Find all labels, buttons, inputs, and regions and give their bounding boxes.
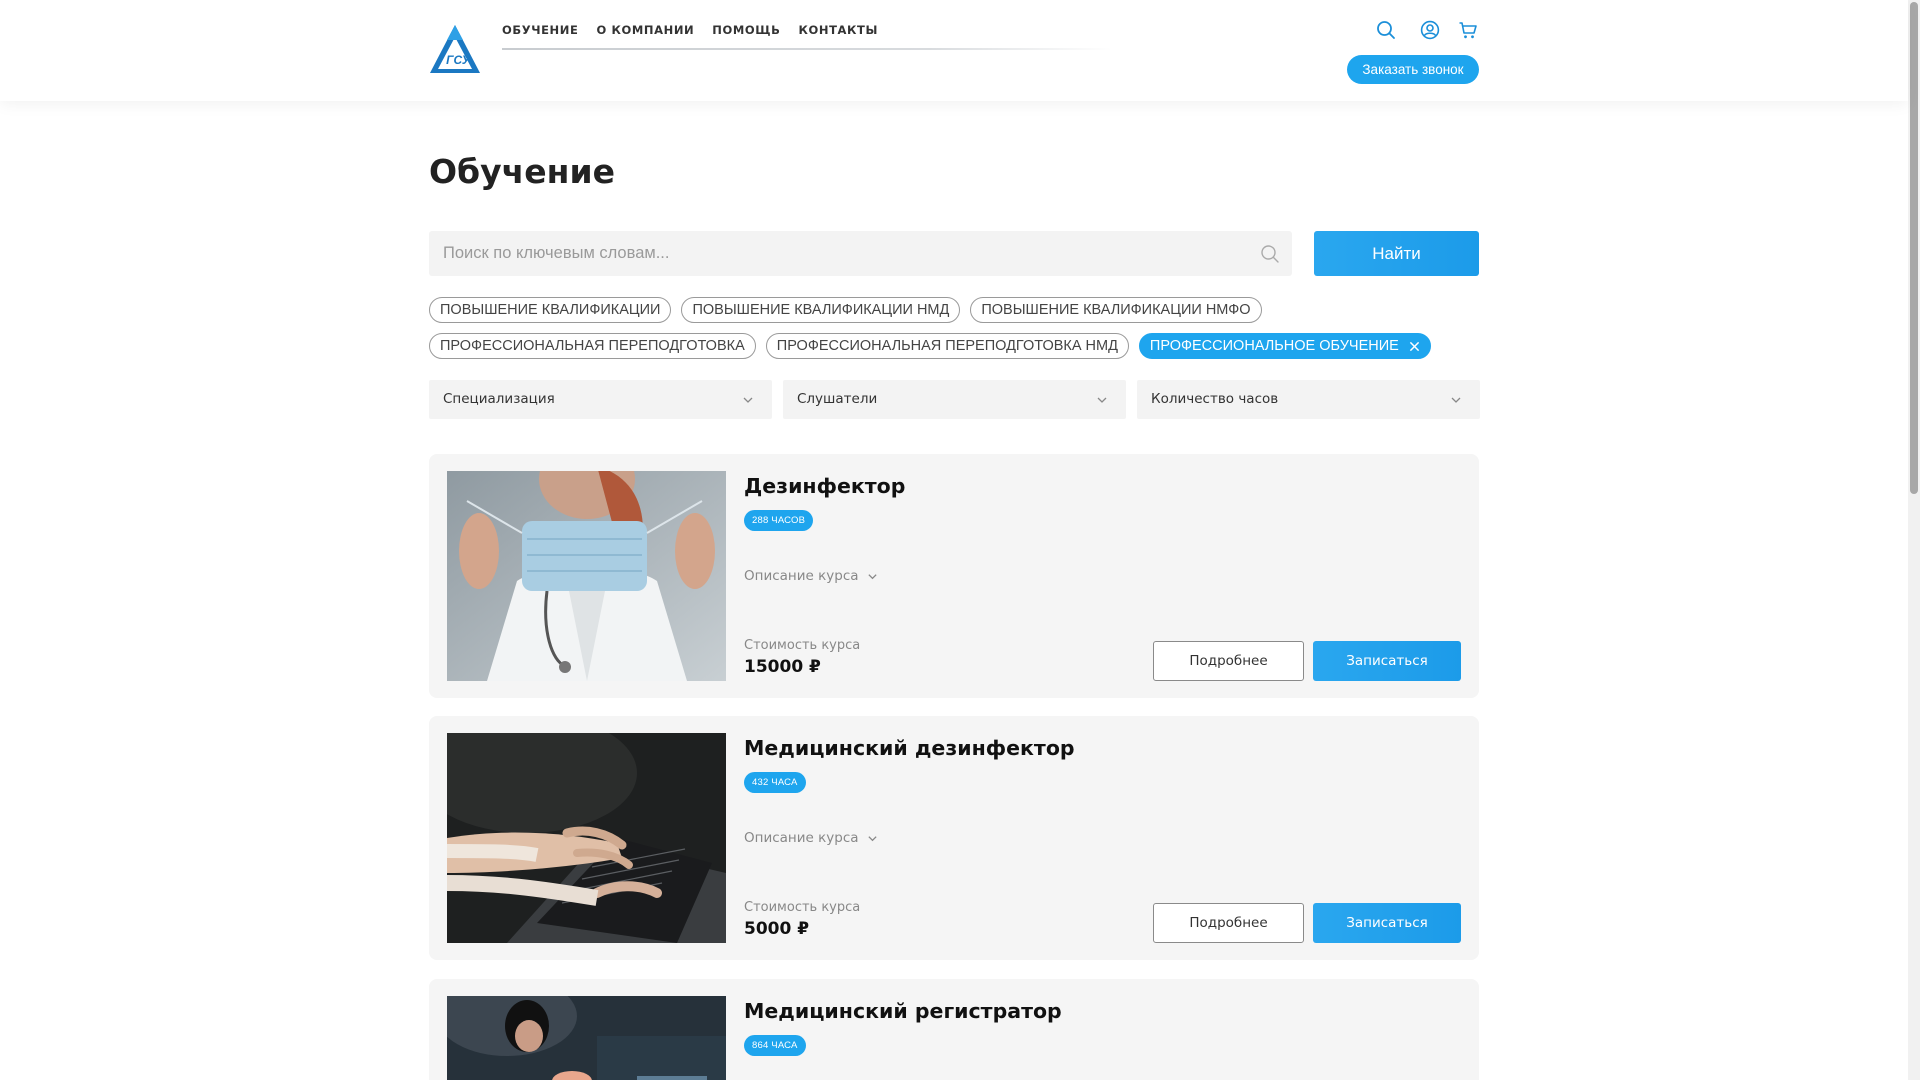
- main-nav: ОБУЧЕНИЕ О КОМПАНИИ ПОМОЩЬ КОНТАКТЫ: [502, 23, 878, 37]
- chevron-down-icon: [1097, 397, 1107, 403]
- course-image[interactable]: [447, 996, 726, 1080]
- search-field: [429, 231, 1292, 276]
- user-icon[interactable]: [1420, 20, 1440, 40]
- search-input[interactable]: [429, 231, 1292, 276]
- filter-label: Слушатели: [797, 391, 878, 407]
- hours-badge: 432 ЧАСА: [744, 772, 806, 793]
- header-icons: [1376, 20, 1478, 40]
- filter-hours[interactable]: Количество часов: [1137, 380, 1480, 419]
- chip-qualification-nmfo[interactable]: ПОВЫШЕНИЕ КВАЛИФИКАЦИИ НМФО: [970, 297, 1262, 323]
- page-scrollbar[interactable]: [1908, 0, 1920, 1080]
- hours-badge: 288 ЧАСОВ: [744, 510, 814, 531]
- nav-divider: [502, 48, 1112, 50]
- price-value: 15000 ₽: [744, 657, 821, 677]
- nav-item-education[interactable]: ОБУЧЕНИЕ: [502, 23, 578, 37]
- course-image[interactable]: [447, 471, 726, 681]
- details-button[interactable]: Подробнее: [1153, 641, 1304, 681]
- chevron-down-icon: [1451, 397, 1461, 403]
- site-header: ГСУ ОБУЧЕНИЕ О КОМПАНИИ ПОМОЩЬ КОНТАКТЫ …: [0, 0, 1908, 101]
- course-description-toggle[interactable]: Описание курса: [744, 830, 878, 846]
- details-button[interactable]: Подробнее: [1153, 903, 1304, 943]
- chip-qualification-nmd[interactable]: ПОВЫШЕНИЕ КВАЛИФИКАЦИИ НМД: [681, 297, 961, 323]
- nav-item-about[interactable]: О КОМПАНИИ: [596, 23, 694, 37]
- chevron-down-icon: [743, 397, 753, 403]
- course-card: Медицинский дезинфектор 432 ЧАСА Описани…: [429, 716, 1479, 960]
- hours-badge: 864 ЧАСА: [744, 1035, 806, 1056]
- course-card: Медицинский регистратор 864 ЧАСА: [429, 979, 1479, 1080]
- chip-label: ПРОФЕССИОНАЛЬНОЕ ОБУЧЕНИЕ: [1149, 338, 1399, 354]
- enroll-button[interactable]: Записаться: [1313, 903, 1461, 943]
- filter-specialization[interactable]: Специализация: [429, 380, 772, 419]
- course-image[interactable]: [447, 733, 726, 943]
- price-label: Стоимость курса: [744, 900, 861, 915]
- description-label: Описание курса: [744, 830, 859, 846]
- chip-professional-training[interactable]: ПРОФЕССИОНАЛЬНОЕ ОБУЧЕНИЕ: [1138, 333, 1431, 359]
- svg-text:ГСУ: ГСУ: [446, 53, 471, 67]
- course-title[interactable]: Медицинский дезинфектор: [744, 736, 1075, 760]
- course-description-toggle[interactable]: Описание курса: [744, 568, 878, 584]
- page-title: Обучение: [429, 152, 615, 191]
- course-card: Дезинфектор 288 ЧАСОВ Описание курса Сто…: [429, 454, 1479, 698]
- company-logo[interactable]: ГСУ: [428, 23, 482, 75]
- category-chips-row-1: ПОВЫШЕНИЕ КВАЛИФИКАЦИИ ПОВЫШЕНИЕ КВАЛИФИ…: [429, 297, 1262, 323]
- chip-qualification[interactable]: ПОВЫШЕНИЕ КВАЛИФИКАЦИИ: [429, 297, 672, 323]
- course-title[interactable]: Дезинфектор: [744, 474, 905, 498]
- search-icon[interactable]: [1260, 244, 1280, 264]
- price-label: Стоимость курса: [744, 638, 861, 653]
- category-chips-row-2: ПРОФЕССИОНАЛЬНАЯ ПЕРЕПОДГОТОВКА ПРОФЕССИ…: [429, 333, 1431, 359]
- close-icon[interactable]: [1409, 341, 1420, 352]
- price-value: 5000 ₽: [744, 919, 810, 939]
- search-icon[interactable]: [1376, 20, 1396, 40]
- filter-label: Количество часов: [1151, 391, 1279, 407]
- filter-label: Специализация: [443, 391, 555, 407]
- course-title[interactable]: Медицинский регистратор: [744, 999, 1062, 1023]
- chevron-down-icon: [867, 835, 877, 841]
- callback-button[interactable]: Заказать звонок: [1347, 55, 1479, 84]
- nav-item-contacts[interactable]: КОНТАКТЫ: [799, 23, 879, 37]
- enroll-button[interactable]: Записаться: [1313, 641, 1461, 681]
- cart-icon[interactable]: [1458, 20, 1478, 40]
- chevron-down-icon: [867, 573, 877, 579]
- scrollbar-thumb[interactable]: [1910, 2, 1918, 494]
- find-button[interactable]: Найти: [1314, 231, 1479, 276]
- filters-row: Специализация Слушатели Количество часов: [429, 380, 1480, 419]
- nav-item-help[interactable]: ПОМОЩЬ: [712, 23, 780, 37]
- description-label: Описание курса: [744, 568, 859, 584]
- chip-retraining-nmd[interactable]: ПРОФЕССИОНАЛЬНАЯ ПЕРЕПОДГОТОВКА НМД: [765, 333, 1129, 359]
- filter-listeners[interactable]: Слушатели: [783, 380, 1126, 419]
- chip-retraining[interactable]: ПРОФЕССИОНАЛЬНАЯ ПЕРЕПОДГОТОВКА: [429, 333, 756, 359]
